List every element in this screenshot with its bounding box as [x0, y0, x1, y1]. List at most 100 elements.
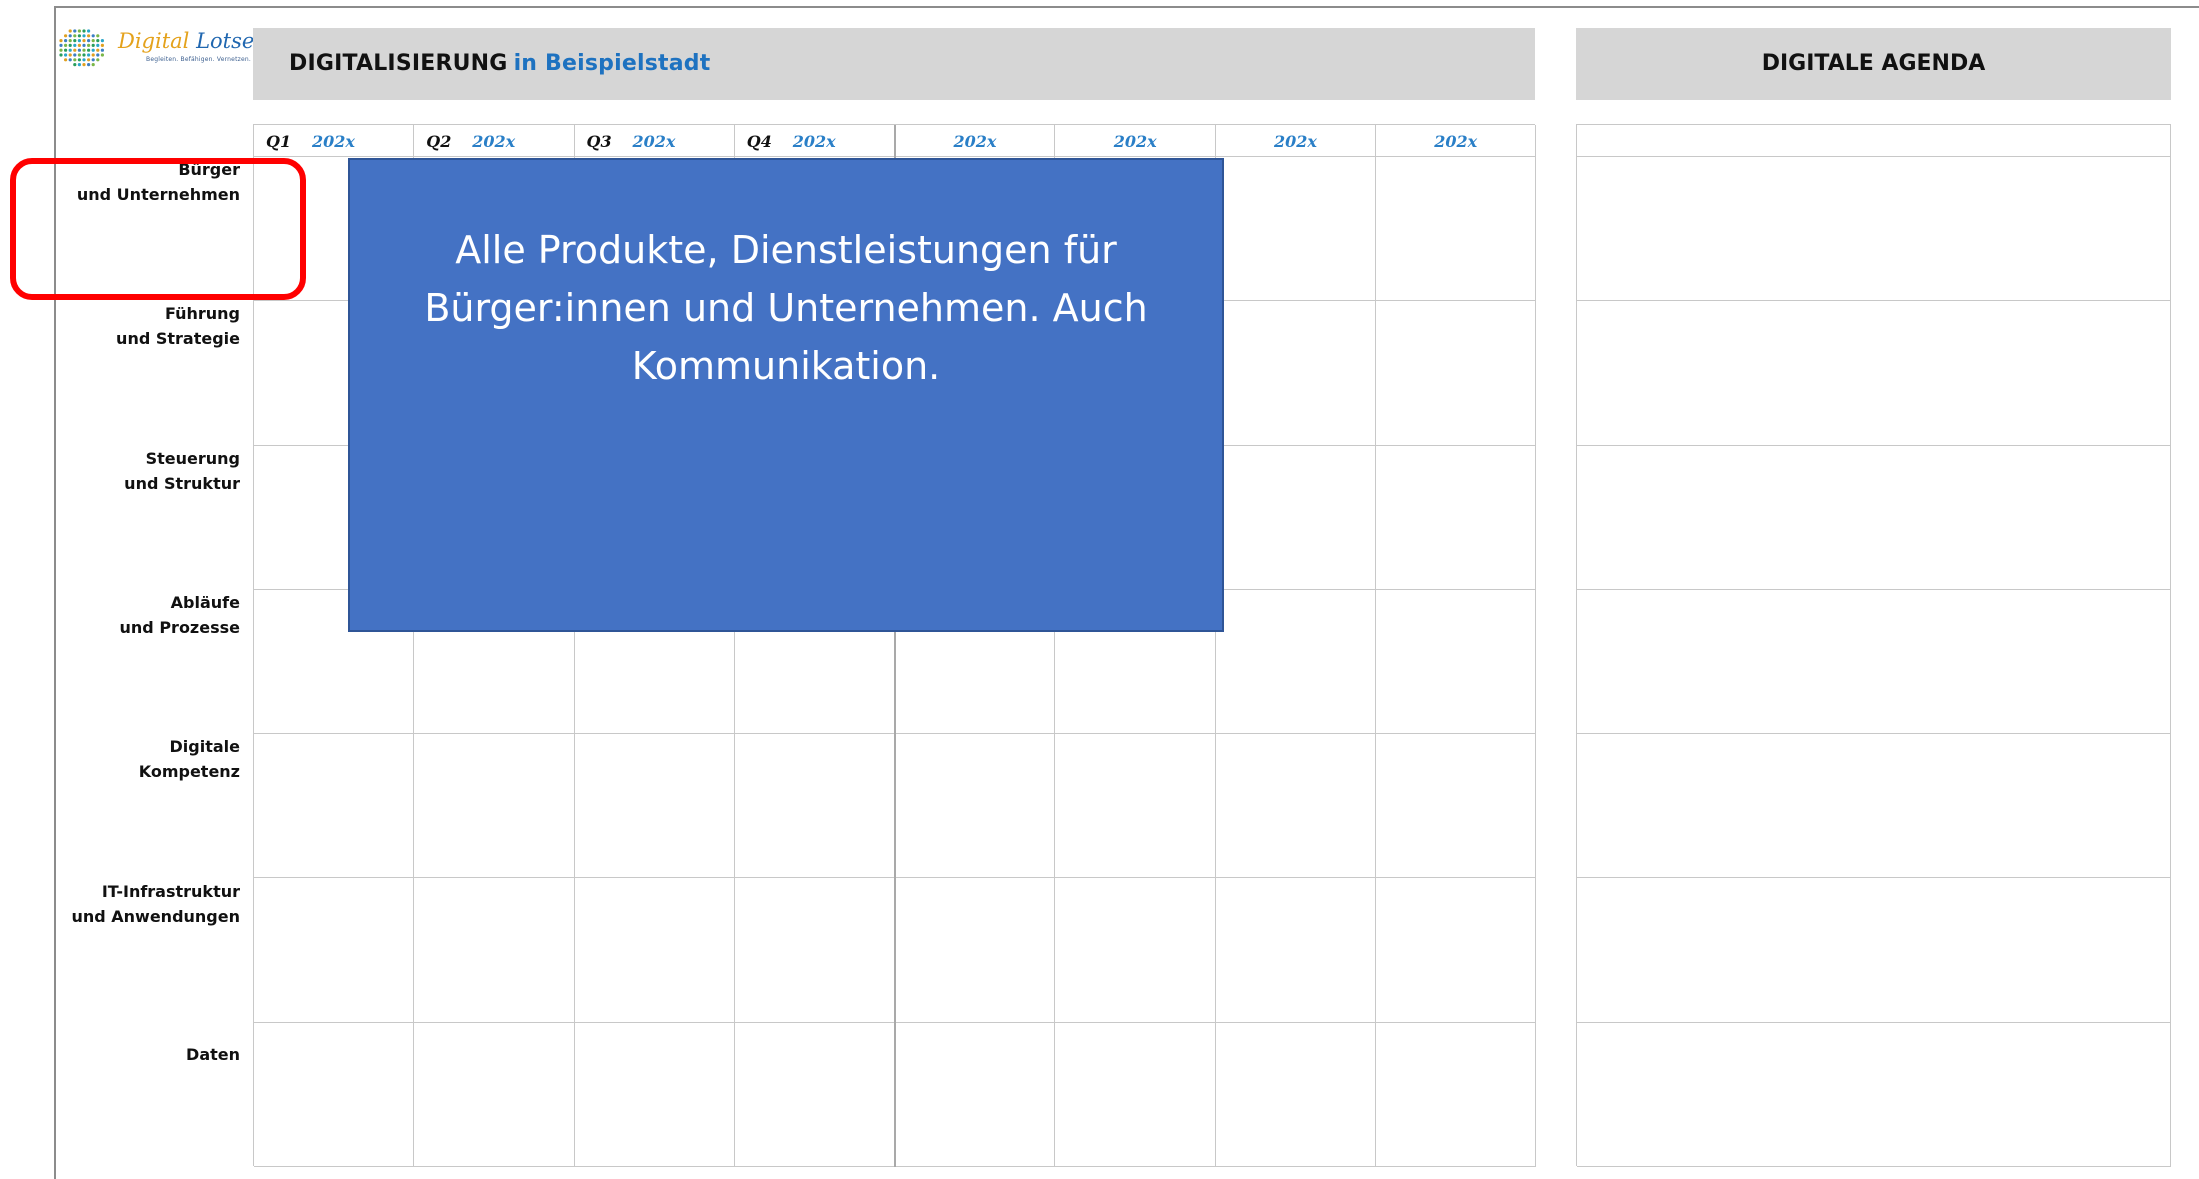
header-cell	[1375, 125, 1536, 157]
logo-dot	[82, 48, 86, 52]
grid-cell[interactable]	[414, 734, 575, 879]
header-cell	[1215, 125, 1376, 157]
logo-dot	[82, 29, 86, 33]
frame-top-line	[54, 6, 2199, 8]
grid-cell[interactable]	[1055, 1022, 1216, 1167]
logo-dot	[100, 43, 104, 47]
agenda-cell[interactable]	[1577, 878, 2171, 1023]
grid-cell[interactable]	[1215, 157, 1376, 302]
highlight-frame-buerger-row	[10, 158, 306, 300]
logo-dot	[59, 39, 63, 43]
logo-dot	[77, 48, 81, 52]
row-label-line2: und Strategie	[116, 329, 240, 349]
logo-dot	[59, 48, 63, 52]
logo-dot	[68, 58, 72, 62]
grid-cell[interactable]	[574, 1022, 735, 1167]
grid-cell[interactable]	[1055, 878, 1216, 1023]
grid-cell[interactable]	[1215, 878, 1376, 1023]
agenda-cell[interactable]	[1577, 1022, 2171, 1167]
digitalisierung-header-bar: DIGITALISIERUNG in Beispielstadt	[253, 28, 1535, 100]
logo-dot	[68, 43, 72, 47]
logo-wordmark: Digital Lotsen	[118, 29, 268, 53]
logo-dot	[77, 58, 81, 62]
grid-cell[interactable]	[1375, 157, 1536, 302]
header-cell	[254, 125, 415, 157]
logo-dot	[73, 29, 77, 33]
grid-cell[interactable]	[254, 878, 415, 1023]
digitale-agenda-title: DIGITALE AGENDA	[1761, 51, 1986, 76]
grid-cell[interactable]	[254, 734, 415, 879]
logo-dot	[91, 58, 95, 62]
grid-cell[interactable]	[895, 1022, 1056, 1167]
grid-cell[interactable]	[1375, 734, 1536, 879]
agenda-cell[interactable]	[1577, 157, 2171, 302]
row-label-line1: Steuerung	[145, 448, 240, 468]
grid-cell[interactable]	[1215, 445, 1376, 590]
logo-dot	[96, 39, 100, 43]
grid-cell[interactable]	[1375, 1022, 1536, 1167]
grid-cell[interactable]	[734, 1022, 895, 1167]
grid-cell[interactable]	[895, 878, 1056, 1023]
agenda-cell[interactable]	[1577, 589, 2171, 735]
grid-cell[interactable]	[1215, 1022, 1376, 1167]
logo-dot	[87, 53, 91, 57]
grid-cell[interactable]	[1375, 301, 1536, 446]
info-callout-box: Alle Produkte, Dienstleistungen für Bürg…	[348, 158, 1224, 632]
grid-cell[interactable]	[574, 734, 735, 879]
logo-dot	[96, 53, 100, 57]
row-label-line1: Abläufe	[170, 593, 240, 612]
agenda-grid	[1576, 124, 2171, 1167]
agenda-cell[interactable]	[1577, 734, 2171, 879]
grid-cell[interactable]	[1215, 301, 1376, 446]
logo-dot	[73, 53, 77, 57]
row-label-line1: Daten	[186, 1044, 240, 1064]
logo-dot	[64, 43, 68, 47]
digitalisierung-title: DIGITALISIERUNG in Beispielstadt	[289, 28, 710, 100]
row-label: IT-Infrastruktur und Anwendungen	[71, 879, 240, 929]
grid-cell[interactable]	[895, 734, 1056, 879]
grid-cell[interactable]	[254, 1022, 415, 1167]
grid-cell[interactable]	[574, 878, 735, 1023]
logo-dot	[73, 34, 77, 38]
row-labels: Bürger und Unternehmen Führung und Strategi…	[60, 155, 240, 1166]
logo-dot	[73, 48, 77, 52]
grid-cell[interactable]	[1375, 878, 1536, 1023]
logo-dot	[73, 39, 77, 43]
logo-dot	[91, 48, 95, 52]
grid-cell[interactable]	[734, 734, 895, 879]
grid-cell[interactable]	[1375, 445, 1536, 590]
header-cell	[414, 125, 575, 157]
title-main: DIGITALISIERUNG	[289, 51, 508, 76]
logo-dot	[68, 29, 72, 33]
grid-cell[interactable]	[1375, 589, 1536, 735]
grid-cell[interactable]	[1215, 589, 1376, 735]
grid-cell[interactable]	[414, 878, 575, 1023]
row-label: Abläufe und Prozesse	[120, 590, 240, 640]
grid-cell[interactable]	[414, 1022, 575, 1167]
agenda-cell[interactable]	[1577, 301, 2171, 446]
logo-dot	[68, 53, 72, 57]
logo-dot	[100, 39, 104, 43]
logo-dot	[73, 63, 77, 67]
logo-dot	[96, 43, 100, 47]
row-label-line1: Digitale	[169, 737, 240, 757]
logo-dot	[87, 29, 91, 33]
logo-dot	[87, 39, 91, 43]
logo-dot	[100, 53, 104, 57]
callout-text: Alle Produkte, Dienstleistungen für Bürg…	[424, 228, 1148, 388]
row-label-line2: und Struktur	[124, 473, 240, 493]
agenda-cell[interactable]	[1577, 445, 2171, 590]
row-label: Digitale Kompetenz	[139, 734, 240, 784]
logo-dot	[82, 58, 86, 62]
grid-cell[interactable]	[734, 878, 895, 1023]
logo-word-digital: Digital	[118, 29, 190, 53]
logo-dot	[77, 34, 81, 38]
grid-cell[interactable]	[1055, 734, 1216, 879]
logo-dot	[82, 39, 86, 43]
logo-dot	[64, 39, 68, 43]
grid-cell[interactable]	[1215, 734, 1376, 879]
logo-dot	[87, 48, 91, 52]
header-cell	[1055, 125, 1216, 157]
header-cell	[574, 125, 735, 157]
logo-dot	[87, 58, 91, 62]
